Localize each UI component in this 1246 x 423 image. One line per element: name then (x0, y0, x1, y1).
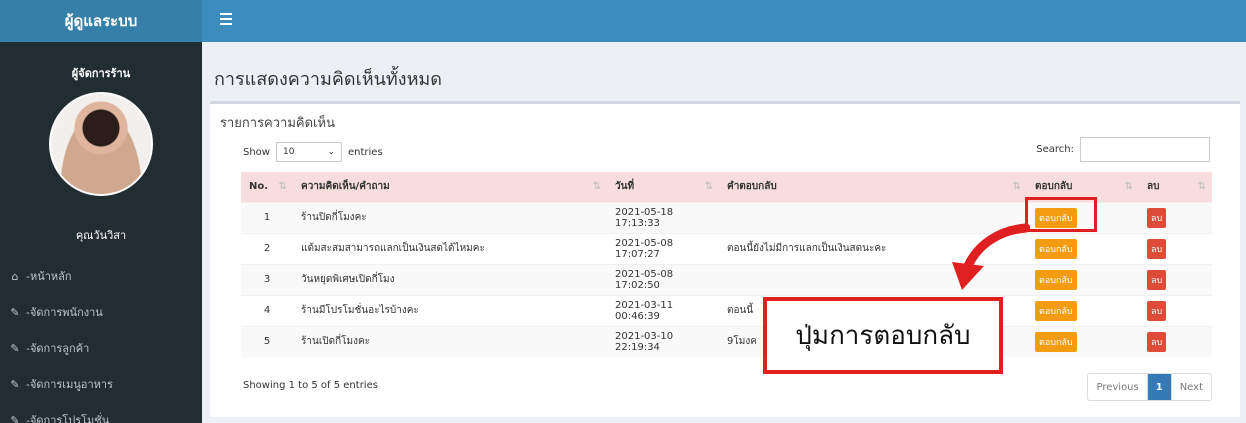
sidebar-item-employees[interactable]: ✎ -จัดการพนักงาน (0, 294, 202, 330)
cell-reply: ตอบกลับ (1027, 232, 1139, 264)
pagination: Previous 1 Next (1087, 373, 1212, 401)
reply-button-highlight (1025, 197, 1097, 232)
entries-label: entries (347, 146, 383, 158)
length-control: Show 10 ⌄ entries (243, 142, 383, 162)
column-header-comment[interactable]: ความคิดเห็น/คำถาม ⇅ (293, 172, 607, 202)
cell-date: 2021-05-18 17:13:33 (607, 201, 719, 233)
delete-button[interactable]: ลบ (1147, 269, 1167, 290)
sort-icon: ⇅ (278, 181, 287, 192)
table-row: 4 ร้านมีโปรโมชั่นอะไรบ้างคะ 2021-03-11 0… (241, 294, 1212, 326)
cell-no: 2 (241, 232, 293, 264)
avatar (49, 92, 153, 196)
sidebar-item-label: -จัดการลูกค้า (26, 342, 90, 355)
cell-delete: ลบ (1139, 325, 1212, 357)
cell-no: 3 (241, 263, 293, 295)
sidebar-item-label: -จัดการพนักงาน (26, 306, 103, 319)
entries-select[interactable]: 10 ⌄ (275, 142, 342, 162)
cell-no: 5 (241, 325, 293, 357)
search-label: Search: (1036, 144, 1074, 155)
delete-button[interactable]: ลบ (1147, 238, 1167, 259)
search-input[interactable] (1080, 137, 1210, 162)
annotation-callout: ปุ่มการตอบกลับ (763, 297, 1003, 374)
cell-comment: แต้มสะสมสามารถแลกเป็นเงินสดได้ไหมคะ (293, 232, 607, 264)
cell-delete: ลบ (1139, 201, 1212, 233)
table-info: Showing 1 to 5 of 5 entries (243, 380, 378, 391)
app-logo[interactable]: ผู้ดูแลระบบ (0, 0, 202, 42)
cell-date: 2021-05-08 17:02:50 (607, 263, 719, 295)
column-header-date[interactable]: วันที่ ⇅ (607, 172, 719, 202)
sidebar-item-customers[interactable]: ✎ -จัดการลูกค้า (0, 330, 202, 366)
chevron-down-icon: ⌄ (327, 147, 335, 157)
column-header-no[interactable]: No. ⇅ (241, 172, 293, 202)
sidebar: ผู้ดูแลระบบ ผู้จัดการร้าน คุณวันวิสา ⌂ -ห… (0, 0, 202, 423)
cell-date: 2021-03-10 22:19:34 (607, 325, 719, 357)
sidebar-item-promotions[interactable]: ✎ -จัดการโปรโมชั่น (0, 402, 202, 423)
edit-icon: ✎ (10, 377, 20, 391)
sort-icon: ⇅ (704, 181, 713, 192)
cell-date: 2021-03-11 00:46:39 (607, 294, 719, 326)
curved-arrow-icon (952, 223, 1030, 290)
column-header-delete[interactable]: ลบ ⇅ (1139, 172, 1212, 202)
user-name: คุณวันวิสา (75, 229, 127, 242)
cell-comment: วันหยุดพิเศษเปิดกี่โมง (293, 263, 607, 295)
cell-comment: ร้านเปิดกี่โมงคะ (293, 325, 607, 357)
box-title: รายการความคิดเห็น (220, 116, 335, 131)
show-label: Show (243, 146, 270, 158)
entries-value: 10 (282, 147, 295, 157)
cell-date: 2021-05-08 17:07:27 (607, 232, 719, 264)
edit-icon: ✎ (10, 413, 20, 423)
table-row: 3 วันหยุดพิเศษเปิดกี่โมง 2021-05-08 17:0… (241, 263, 1212, 295)
cell-comment: ร้านมีโปรโมชั่นอะไรบ้างคะ (293, 294, 607, 326)
sidebar-item-label: -หน้าหลัก (26, 270, 72, 283)
home-icon: ⌂ (11, 269, 19, 283)
cell-delete: ลบ (1139, 263, 1212, 295)
search-control: Search: (1036, 137, 1210, 162)
page-1-button[interactable]: 1 (1146, 374, 1171, 400)
sort-icon: ⇅ (592, 181, 601, 192)
sidebar-item-label: -จัดการโปรโมชั่น (26, 414, 110, 423)
menu-toggle-icon[interactable] (220, 13, 232, 25)
sort-icon: ⇅ (1197, 181, 1206, 192)
edit-icon: ✎ (10, 305, 20, 319)
sort-icon: ⇅ (1012, 181, 1021, 192)
user-role: ผู้จัดการร้าน (71, 67, 131, 80)
top-navbar (202, 0, 1246, 42)
comments-box: รายการความคิดเห็น Show 10 ⌄ entries Sear… (210, 101, 1240, 417)
cell-reply: ตอบกลับ (1027, 294, 1139, 326)
cell-delete: ลบ (1139, 232, 1212, 264)
reply-button[interactable]: ตอบกลับ (1035, 269, 1077, 290)
reply-button[interactable]: ตอบกลับ (1035, 300, 1077, 321)
cell-no: 4 (241, 294, 293, 326)
sidebar-menu: ⌂ -หน้าหลัก ✎ -จัดการพนักงาน ✎ -จัดการลูกค้… (0, 258, 202, 423)
table-row: 2 แต้มสะสมสามารถแลกเป็นเงินสดได้ไหมคะ 20… (241, 232, 1212, 264)
cell-reply: ตอบกลับ (1027, 263, 1139, 295)
column-header-answer[interactable]: คำตอบกลับ ⇅ (719, 172, 1027, 202)
sort-icon: ⇅ (1124, 181, 1133, 192)
sidebar-item-menu[interactable]: ✎ -จัดการเมนูอาหาร (0, 366, 202, 402)
page-title: การแสดงความคิดเห็นทั้งหมด (214, 69, 442, 90)
cell-delete: ลบ (1139, 294, 1212, 326)
next-button[interactable]: Next (1170, 374, 1211, 400)
edit-icon: ✎ (10, 341, 20, 355)
cell-reply: ตอบกลับ (1027, 325, 1139, 357)
cell-no: 1 (241, 201, 293, 233)
delete-button[interactable]: ลบ (1147, 300, 1167, 321)
delete-button[interactable]: ลบ (1147, 207, 1167, 228)
delete-button[interactable]: ลบ (1147, 331, 1167, 352)
table-row: 5 ร้านเปิดกี่โมงคะ 2021-03-10 22:19:34 9… (241, 325, 1212, 357)
sidebar-item-label: -จัดการเมนูอาหาร (26, 378, 113, 391)
cell-comment: ร้านปิดกี่โมงคะ (293, 201, 607, 233)
sidebar-item-home[interactable]: ⌂ -หน้าหลัก (0, 258, 202, 294)
previous-button[interactable]: Previous (1088, 374, 1146, 400)
reply-button[interactable]: ตอบกลับ (1035, 238, 1077, 259)
reply-button[interactable]: ตอบกลับ (1035, 331, 1077, 352)
